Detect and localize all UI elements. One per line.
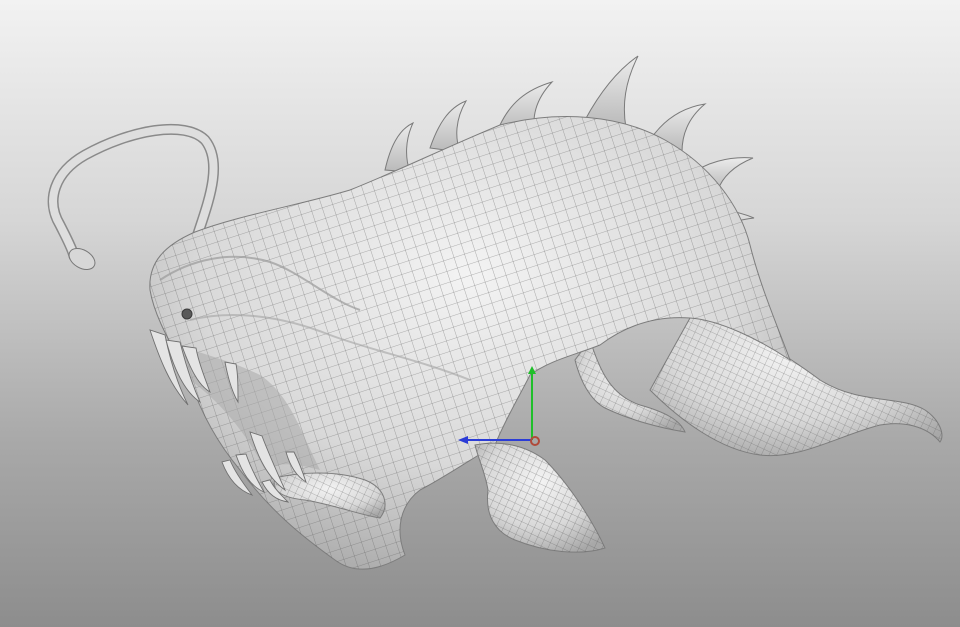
gizmo-pivot[interactable] — [530, 436, 540, 446]
eye — [181, 308, 193, 320]
3d-viewport[interactable] — [0, 0, 960, 627]
viewport-canvas[interactable] — [0, 0, 960, 627]
creature-model[interactable] — [47, 55, 943, 570]
